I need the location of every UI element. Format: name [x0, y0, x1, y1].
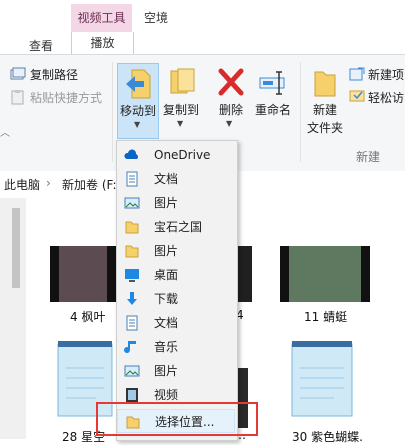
menu-item-label: 文档	[154, 172, 179, 186]
highlight-box	[96, 402, 258, 436]
menu-item-folder-pictures[interactable]: 图片	[117, 239, 235, 263]
picture-icon	[124, 195, 140, 211]
scrollbar-thumb[interactable]	[12, 208, 20, 288]
menu-item-label: OneDrive	[154, 148, 211, 162]
paste-shortcut-button[interactable]: 粘贴快捷方式	[30, 89, 102, 106]
new-folder-icon	[313, 68, 337, 98]
copy-to-label: 复制到	[162, 103, 199, 117]
document-icon	[124, 171, 140, 187]
menu-item-pictures-2[interactable]: 图片	[117, 359, 235, 383]
file-label[interactable]: 30 紫色蝴蝶.	[292, 428, 363, 445]
tab-play[interactable]: 播放	[71, 32, 134, 54]
group-label-new: 新建	[356, 150, 381, 164]
folder-icon	[124, 243, 140, 259]
delete-label: 删除	[218, 103, 243, 117]
ribbon-separator	[300, 62, 301, 162]
file-label[interactable]: 4 枫叶	[70, 308, 105, 325]
chevron-down-icon: ▼	[226, 119, 233, 128]
breadcrumb-drive[interactable]: 新加卷 (F:)	[62, 176, 121, 193]
rename-icon	[259, 68, 287, 96]
menu-item-documents-2[interactable]: 文档	[117, 311, 235, 335]
menu-item-folder-gem[interactable]: 宝石之国	[117, 215, 235, 239]
easy-access-button[interactable]: 轻松访	[368, 89, 404, 106]
copy-path-icon	[10, 67, 28, 81]
menu-item-music[interactable]: 音乐	[117, 335, 235, 359]
group-edge-marker: ︿	[0, 128, 10, 139]
desktop-icon	[124, 267, 140, 283]
tab-video-tools[interactable]: 视频工具	[71, 4, 132, 32]
menu-item-label: 文档	[154, 316, 179, 330]
menu-item-label: 下载	[154, 292, 179, 306]
music-icon	[124, 339, 140, 355]
document-icon	[124, 315, 140, 331]
chevron-down-icon: ▼	[134, 120, 141, 129]
video-icon	[124, 387, 140, 403]
tab-empty-label[interactable]: 空境	[144, 8, 168, 28]
menu-item-onedrive[interactable]: OneDrive	[117, 143, 235, 167]
move-to-label: 移动到	[119, 104, 156, 118]
menu-item-label: 图片	[154, 364, 179, 378]
video-thumbnail[interactable]	[280, 246, 370, 302]
menu-item-label: 桌面	[154, 268, 179, 282]
menu-item-label: 宝石之国	[154, 220, 203, 234]
copy-path-button[interactable]: 复制路径	[30, 66, 78, 83]
ribbon-tab-row	[0, 0, 405, 36]
new-folder-label-1: 新建	[312, 103, 337, 117]
ribbon-separator	[112, 62, 113, 162]
delete-icon	[218, 68, 244, 96]
menu-item-documents[interactable]: 文档	[117, 167, 235, 191]
new-item-icon	[349, 67, 365, 81]
cloud-icon	[124, 147, 140, 163]
tab-view[interactable]: 查看	[29, 36, 53, 56]
move-to-button[interactable]: 移动到 ▼	[117, 63, 159, 139]
paste-shortcut-icon	[10, 89, 26, 105]
rename-button[interactable]: 重命名	[252, 63, 294, 123]
menu-item-label: 图片	[154, 244, 179, 258]
menu-item-pictures[interactable]: 图片	[117, 191, 235, 215]
rename-label: 重命名	[254, 103, 291, 117]
move-to-icon	[124, 68, 154, 100]
breadcrumb-this-pc[interactable]: 此电脑	[4, 176, 40, 193]
file-label[interactable]: 11 蜻蜓	[304, 308, 347, 325]
chevron-down-icon: ▼	[177, 119, 184, 128]
nav-pane-scrollbar[interactable]	[0, 198, 26, 439]
folder-icon	[124, 219, 140, 235]
new-folder-button[interactable]: 新建 文件夹	[305, 63, 345, 139]
video-thumbnail[interactable]	[50, 246, 116, 302]
new-folder-label-2: 文件夹	[306, 121, 343, 135]
menu-item-downloads[interactable]: 下载	[117, 287, 235, 311]
menu-item-desktop[interactable]: 桌面	[117, 263, 235, 287]
picture-icon	[124, 363, 140, 379]
copy-to-icon	[169, 67, 197, 99]
easy-access-icon	[349, 89, 365, 103]
menu-item-label: 音乐	[154, 340, 179, 354]
breadcrumb-separator-icon: ›	[46, 176, 51, 190]
delete-button[interactable]: 删除 ▼	[212, 63, 250, 139]
text-file-icon[interactable]	[278, 338, 368, 426]
new-item-button[interactable]: 新建项	[368, 66, 404, 83]
download-icon	[124, 291, 140, 307]
copy-to-button[interactable]: 复制到 ▼	[161, 63, 203, 139]
menu-item-label: 图片	[154, 196, 179, 210]
